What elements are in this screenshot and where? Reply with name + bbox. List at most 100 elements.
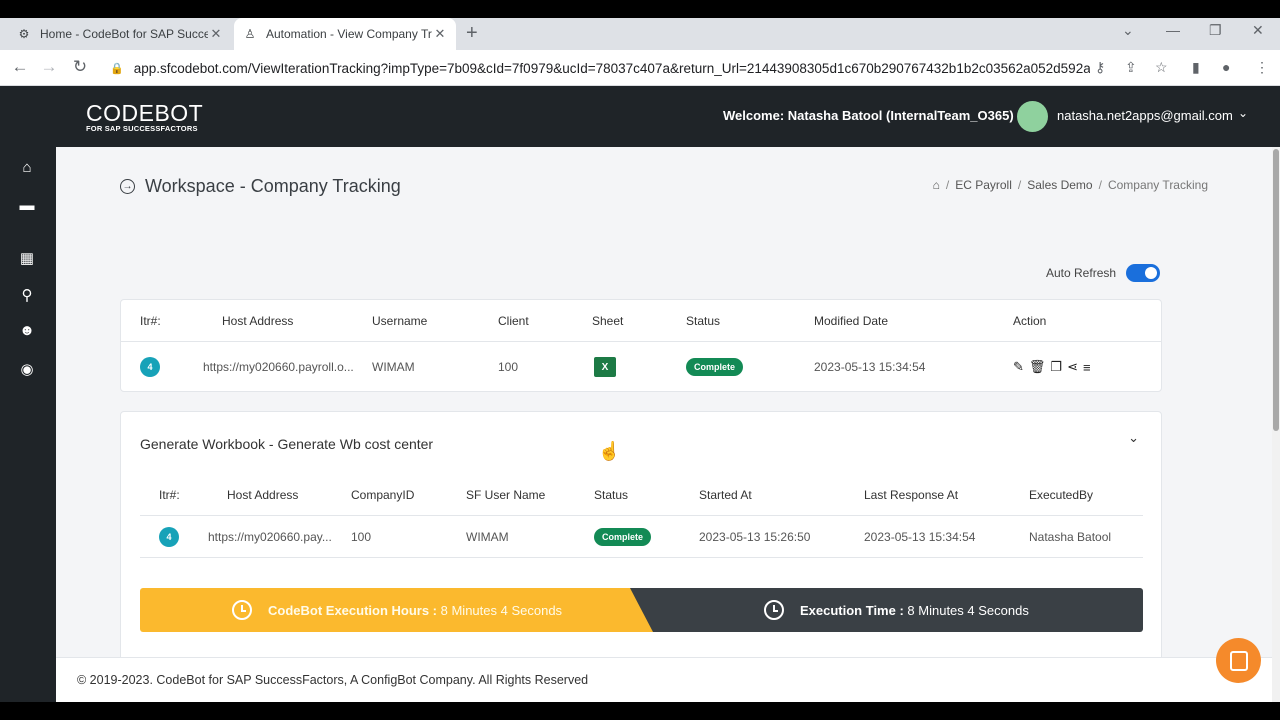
footer: © 2019-2023. CodeBot for SAP SuccessFact… bbox=[56, 657, 1272, 702]
address-bar[interactable]: 🔒 app.sfcodebot.com/ViewIterationTrackin… bbox=[104, 54, 1090, 82]
iteration-badge: 4 bbox=[140, 357, 160, 377]
robot-icon[interactable]: ◉ bbox=[16, 360, 38, 380]
menu-dots-icon[interactable]: ⋮ bbox=[1255, 59, 1269, 76]
new-tab-button[interactable]: + bbox=[466, 22, 478, 45]
breadcrumb: ⌂ / EC Payroll / Sales Demo / Company Tr… bbox=[933, 178, 1208, 192]
browser-toolbar: ← → ↻ 🔒 app.sfcodebot.com/ViewIterationT… bbox=[0, 50, 1280, 86]
lock-icon: 🔒 bbox=[110, 62, 124, 75]
auto-refresh: Auto Refresh bbox=[1046, 264, 1161, 282]
minimize-icon[interactable]: — bbox=[1166, 22, 1180, 38]
executed-by-cell: Natasha Batool bbox=[1029, 529, 1112, 544]
list-icon[interactable]: ≡ bbox=[1083, 360, 1091, 375]
column-header: CompanyID bbox=[351, 487, 415, 502]
column-header: Sheet bbox=[592, 313, 624, 328]
chat-launcher-button[interactable] bbox=[1216, 638, 1261, 683]
tab-title: Home - CodeBot for SAP SuccessFactors bbox=[40, 27, 208, 41]
sidebar: ⌂ ▬ ▦ ⚲ ☻ ◉ bbox=[0, 86, 56, 702]
page-title: → Workspace - Company Tracking bbox=[120, 176, 401, 197]
column-header: Host Address bbox=[222, 313, 294, 328]
window-close-icon[interactable]: ✕ bbox=[1252, 22, 1264, 39]
bookmark-star-icon[interactable]: ☆ bbox=[1155, 59, 1168, 76]
key-icon[interactable]: ⚷ bbox=[1095, 59, 1105, 76]
building-icon[interactable]: ▦ bbox=[16, 249, 38, 269]
tab-close-icon[interactable]: ✕ bbox=[432, 26, 448, 42]
clock-icon bbox=[232, 600, 252, 620]
home-icon[interactable]: ⌂ bbox=[933, 178, 940, 192]
column-header: Host Address bbox=[227, 487, 299, 502]
breadcrumb-item[interactable]: Sales Demo bbox=[1027, 178, 1092, 192]
restore-icon[interactable]: ❐ bbox=[1209, 22, 1222, 39]
app: CODEBOT FOR SAP SUCCESSFACTORS Welcome: … bbox=[0, 86, 1280, 702]
column-header: SF User Name bbox=[466, 487, 546, 502]
org-chart-icon[interactable]: ⚲ bbox=[16, 286, 38, 306]
column-header: Itr#: bbox=[140, 313, 161, 328]
table-header: Itr#: Host Address Username Client Sheet… bbox=[121, 300, 1161, 342]
edit-icon[interactable]: ✎ bbox=[1013, 359, 1024, 375]
share-icon[interactable]: ⋖ bbox=[1067, 359, 1078, 375]
scrollbar[interactable] bbox=[1272, 147, 1280, 702]
started-at-cell: 2023-05-13 15:26:50 bbox=[699, 529, 811, 544]
breadcrumb-item[interactable]: EC Payroll bbox=[955, 178, 1012, 192]
forward-icon[interactable]: → bbox=[38, 57, 60, 77]
user-email[interactable]: natasha.net2apps@gmail.com bbox=[1057, 108, 1233, 123]
iteration-badge: 4 bbox=[159, 526, 179, 547]
side-panel-icon[interactable]: ▮ bbox=[1192, 59, 1200, 76]
column-header: Modified Date bbox=[814, 313, 889, 328]
robot-favicon-icon: ⚙ bbox=[18, 27, 30, 41]
back-icon[interactable]: ← bbox=[9, 57, 31, 77]
app-header: CODEBOT FOR SAP SUCCESSFACTORS Welcome: … bbox=[0, 86, 1280, 147]
tab-automation[interactable]: ♙ Automation - View Company Tracking ✕ bbox=[234, 18, 456, 50]
brand-logo[interactable]: CODEBOT FOR SAP SUCCESSFACTORS bbox=[86, 100, 203, 133]
chevron-down-icon[interactable]: ⌄ bbox=[1238, 106, 1248, 120]
tab-home[interactable]: ⚙ Home - CodeBot for SAP SuccessFactors … bbox=[8, 18, 232, 50]
execution-hours-panel: CodeBot Execution Hours : 8 Minutes 4 Se… bbox=[140, 588, 660, 632]
breadcrumb-separator: / bbox=[1098, 178, 1102, 192]
execution-time-label: Execution Time : bbox=[800, 602, 904, 618]
chevron-down-icon[interactable]: ⌄ bbox=[1128, 430, 1139, 446]
action-cell: ✎ 🗑 ❐ ⋖ ≡ bbox=[1013, 342, 1096, 392]
share-icon[interactable]: ⇪ bbox=[1125, 59, 1137, 76]
auto-refresh-toggle[interactable] bbox=[1126, 264, 1161, 282]
bottom-black-bar bbox=[0, 702, 1280, 720]
iteration-card: Itr#: Host Address Username Client Sheet… bbox=[120, 299, 1162, 392]
brand-subtitle: FOR SAP SUCCESSFACTORS bbox=[86, 124, 198, 133]
table-row: 4 https://my020660.payroll.o... WIMAM 10… bbox=[121, 342, 1161, 392]
company-id-cell: 100 bbox=[351, 529, 372, 544]
breadcrumb-separator: / bbox=[1017, 178, 1022, 192]
screen: ⚙ Home - CodeBot for SAP SuccessFactors … bbox=[0, 0, 1280, 720]
copy-icon[interactable]: ❐ bbox=[1050, 359, 1062, 375]
workbook-card: Generate Workbook - Generate Wb cost cen… bbox=[120, 411, 1162, 671]
column-header: Last Response At bbox=[864, 487, 959, 502]
username-cell: WIMAM bbox=[372, 360, 415, 374]
avatar[interactable] bbox=[1017, 101, 1048, 132]
hand-cursor-icon: ☝ bbox=[598, 441, 621, 461]
tab-search-icon[interactable]: ⌄ bbox=[1122, 22, 1134, 39]
column-header: Username bbox=[372, 313, 428, 328]
users-icon[interactable]: ☻ bbox=[16, 322, 38, 342]
scrollbar-thumb[interactable] bbox=[1273, 149, 1279, 431]
excel-sheet-icon[interactable]: X bbox=[594, 357, 616, 377]
execution-summary-bar: CodeBot Execution Hours : 8 Minutes 4 Se… bbox=[140, 588, 1143, 632]
briefcase-icon[interactable]: ▬ bbox=[16, 197, 38, 217]
clock-icon bbox=[764, 600, 784, 620]
client-cell: 100 bbox=[498, 360, 519, 374]
tab-close-icon[interactable]: ✕ bbox=[208, 26, 224, 42]
table-row: 4 https://my020660.pay... 100 WIMAM Comp… bbox=[140, 516, 1143, 558]
auto-refresh-label: Auto Refresh bbox=[1046, 266, 1117, 280]
column-header: Action bbox=[1013, 313, 1047, 328]
browser-tabbar: ⚙ Home - CodeBot for SAP SuccessFactors … bbox=[0, 18, 1280, 50]
profile-icon[interactable]: ● bbox=[1222, 59, 1230, 75]
table-header: Itr#: Host Address CompanyID SF User Nam… bbox=[140, 474, 1143, 516]
arrow-circle-icon: → bbox=[120, 179, 135, 194]
column-header: Status bbox=[686, 313, 721, 328]
last-response-cell: 2023-05-13 15:34:54 bbox=[864, 529, 976, 544]
column-header: Status bbox=[594, 487, 629, 502]
breadcrumb-current: Company Tracking bbox=[1107, 178, 1208, 192]
execution-time-panel: Execution Time : 8 Minutes 4 Seconds bbox=[630, 588, 1143, 632]
trash-icon[interactable]: 🗑 bbox=[1029, 359, 1046, 375]
execution-hours-label: CodeBot Execution Hours : bbox=[268, 602, 438, 618]
reload-icon[interactable]: ↻ bbox=[69, 57, 91, 77]
status-badge: Complete bbox=[686, 358, 744, 376]
robot-favicon-icon: ♙ bbox=[244, 27, 256, 41]
home-icon[interactable]: ⌂ bbox=[16, 159, 38, 179]
